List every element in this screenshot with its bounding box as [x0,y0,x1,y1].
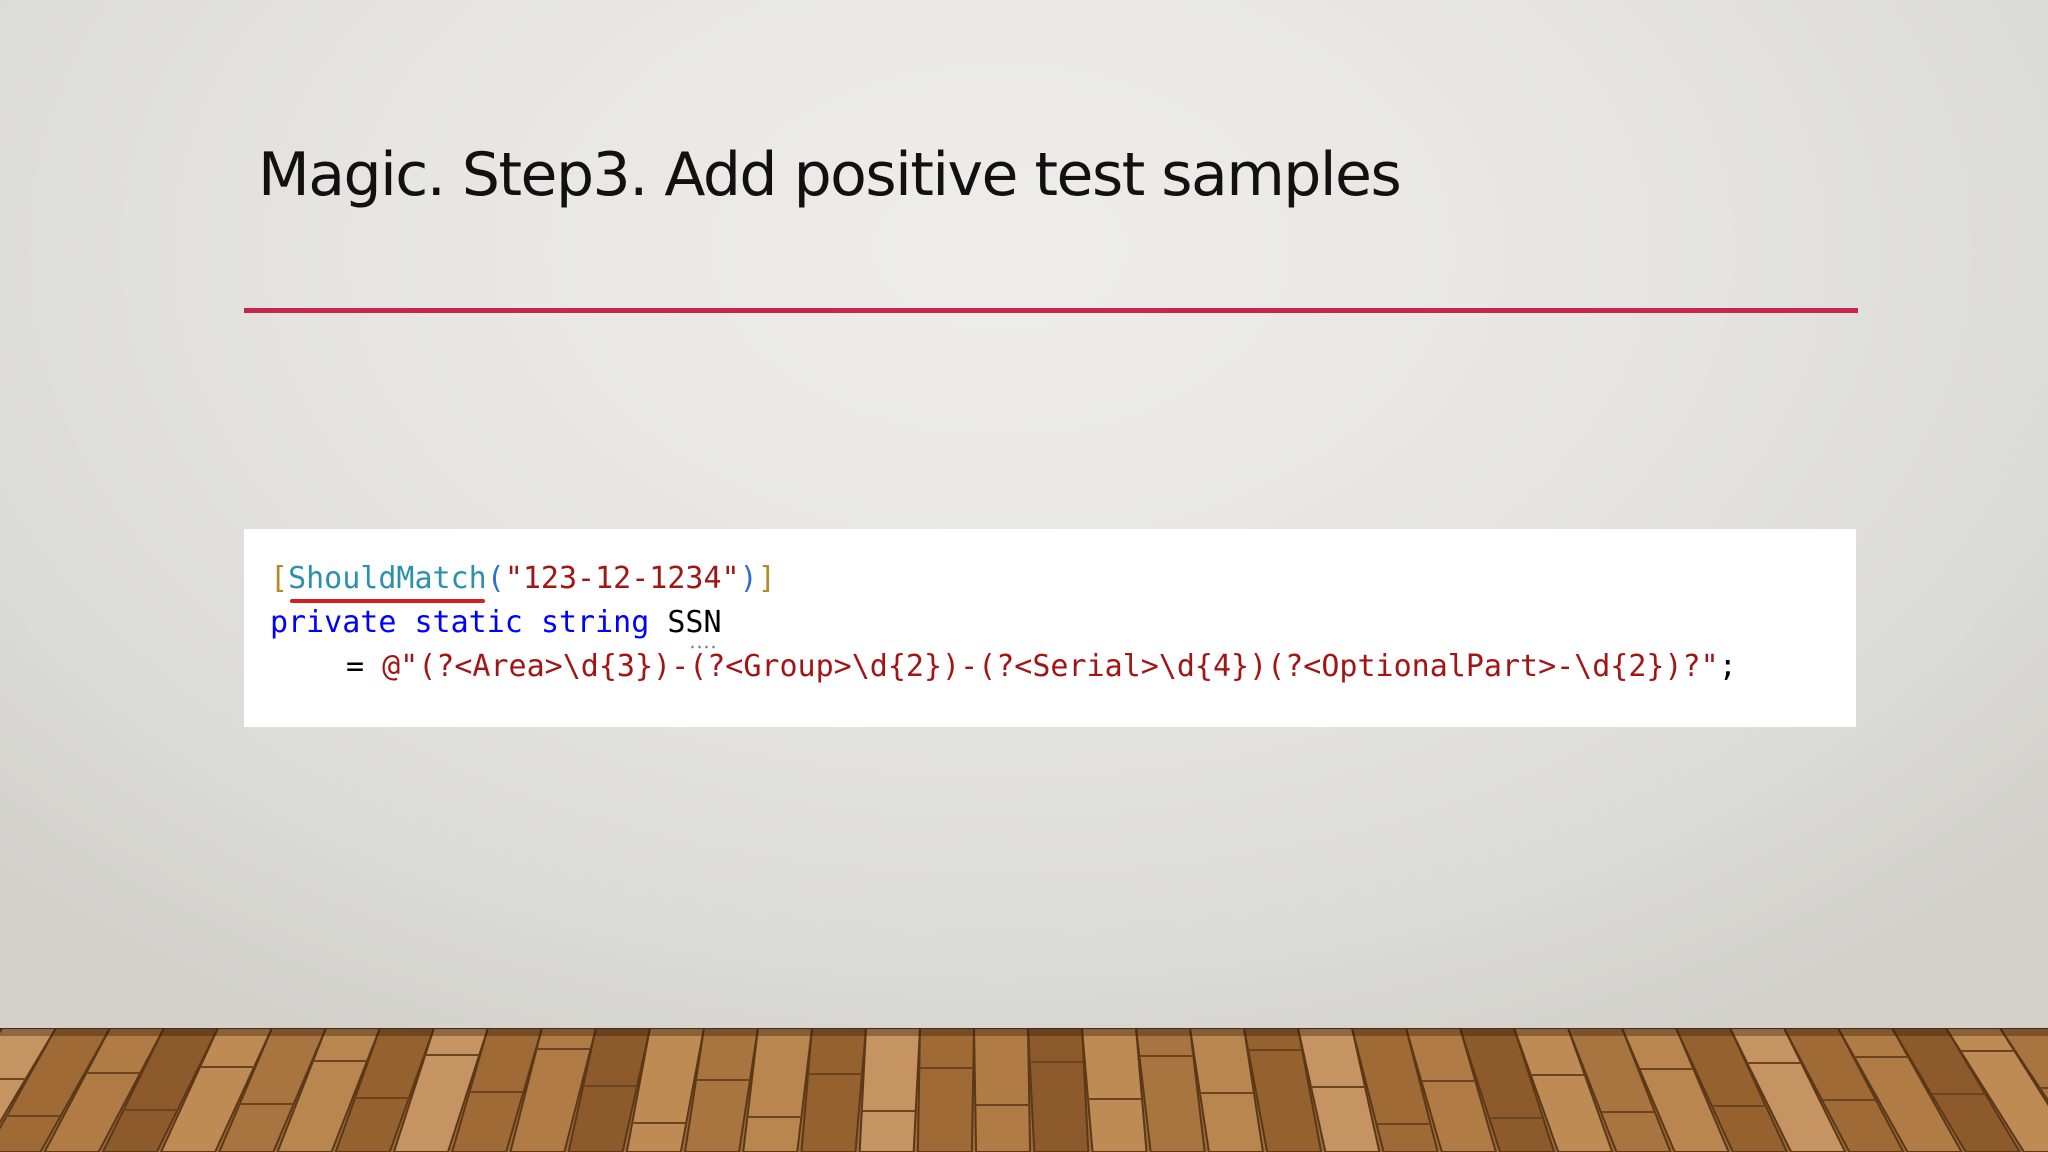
wood-floor-background [0,1028,2048,1152]
slide-title: Magic. Step3. Add positive test samples [258,140,1402,210]
code-snippet-box: [ShouldMatch ("123-12-1234")] private sta… [244,529,1856,727]
floor-plank [800,1028,868,1152]
floor-plank [916,1028,976,1152]
test-sample-string: "123-12-1234" [504,561,740,596]
regex-verbatim-string: @"(?<Area>\d{3})-(?<Group>\d{2})-(?<Seri… [382,649,1719,684]
code-open-paren: ( [486,561,505,596]
code-line-attribute: [ShouldMatch ("123-12-1234")] [270,559,776,603]
identifier-ssn: SSN [667,605,722,640]
floor-plank [1080,1028,1148,1152]
floor-baseline-shadow [0,1028,2048,1036]
statement-semicolon: ; [1718,649,1737,684]
floor-plank [972,1028,1032,1152]
keyword-string: string [540,605,650,640]
floor-plank [1026,1028,1090,1152]
code-close-paren: ) [739,561,758,596]
should-match-attribute: ShouldMatch [288,559,487,603]
keyword-static: static [414,605,523,640]
code-line-regex: = @"(?<Area>\d{3})-(?<Group>\d{2})-(?<Se… [346,647,1737,687]
wood-floor-planks [0,1028,2048,1152]
code-line-declaration: private static string SSN [270,603,722,649]
title-divider-line [244,308,1858,313]
attribute-name: ShouldMatch [288,561,487,596]
ssn-identifier-wrap: SSN [667,603,722,649]
floor-plank [858,1028,922,1152]
assignment-operator: = [346,649,365,684]
presentation-slide: Magic. Step3. Add positive test samples … [0,0,2048,1152]
code-close-bracket: ] [757,561,776,596]
code-open-bracket: [ [270,561,289,596]
keyword-private: private [270,605,397,640]
